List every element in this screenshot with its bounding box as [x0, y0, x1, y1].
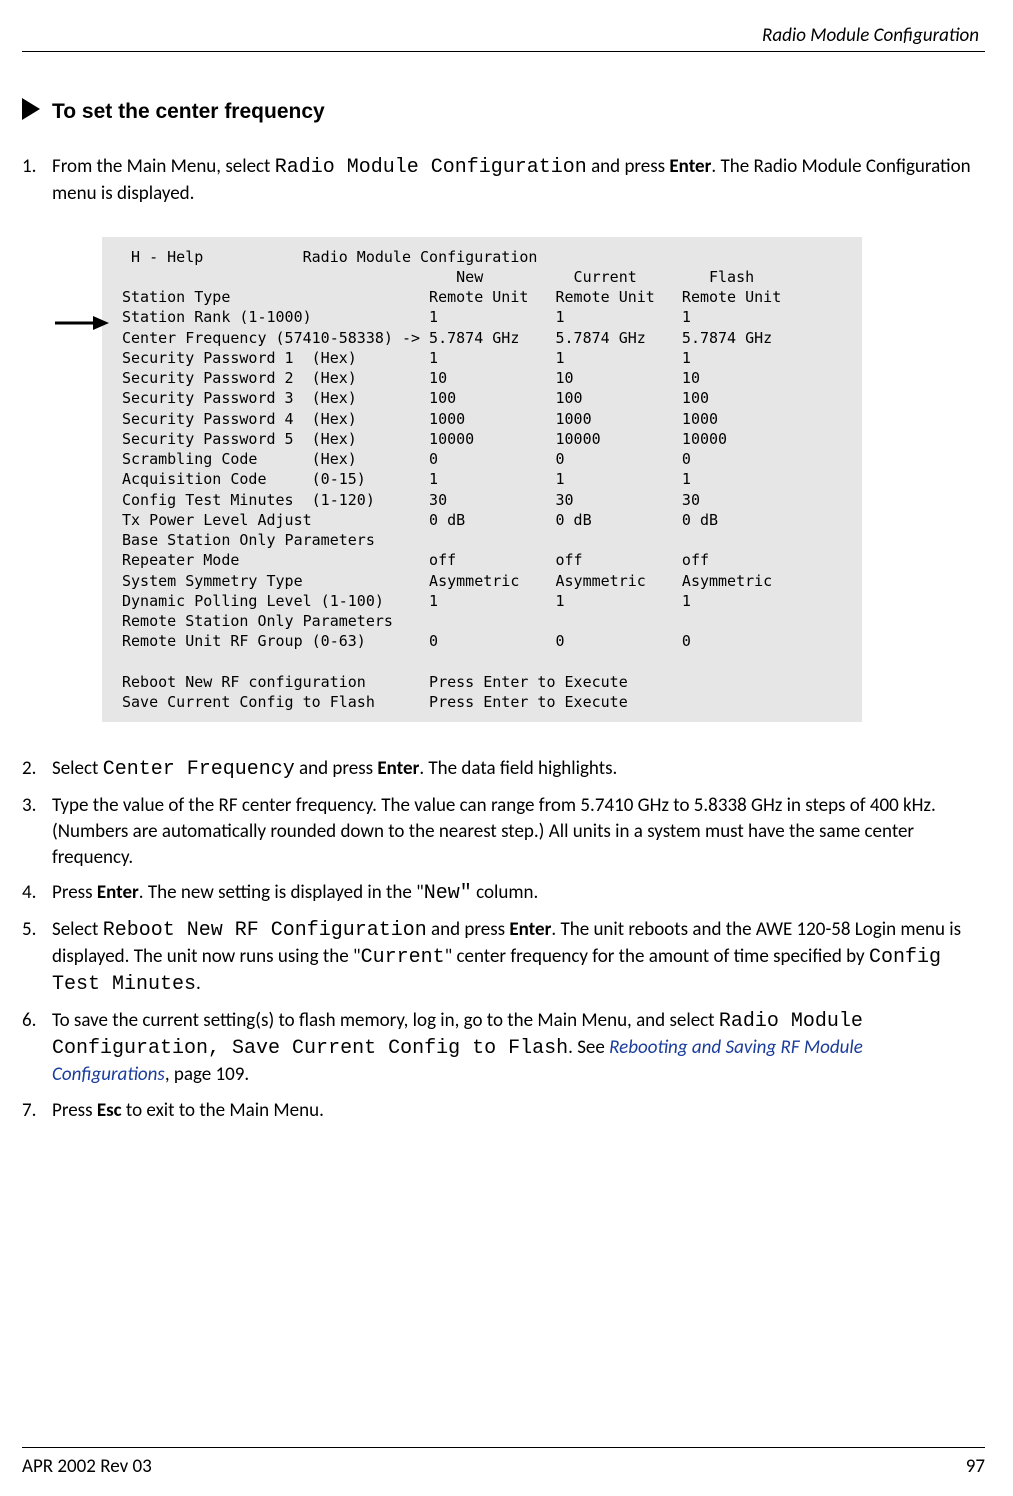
step-number: 2. [22, 756, 40, 782]
terminal-screenshot: H - Help Radio Module Configuration New … [22, 237, 985, 723]
step-number: 3. [22, 793, 40, 819]
step-3: 3. Type the value of the RF center frequ… [22, 793, 982, 870]
step-text: . [196, 972, 201, 995]
step-6: 6. To save the current setting(s) to fla… [22, 1008, 982, 1088]
key-name: Esc [97, 1099, 122, 1122]
rule-top [22, 51, 985, 52]
step-text: To save the current setting(s) to flash … [52, 1009, 719, 1032]
step-2: 2. Select Center Frequency and press Ent… [22, 756, 982, 783]
step-text: " center frequency for the amount of tim… [445, 945, 869, 968]
step-number: 7. [22, 1098, 40, 1124]
step-number: 4. [22, 880, 40, 906]
pointer-arrow-icon [55, 313, 109, 336]
step-number: 1. [22, 154, 40, 180]
step-number: 5. [22, 917, 40, 943]
step-text: column. [472, 881, 539, 904]
step-7: 7. Press Esc to exit to the Main Menu. [22, 1098, 982, 1124]
step-text: to exit to the Main Menu. [122, 1099, 324, 1122]
footer-left: APR 2002 Rev 03 [22, 1455, 152, 1478]
page-number: 97 [966, 1455, 985, 1478]
step-text: , page 109. [165, 1063, 249, 1086]
step-text: Select [52, 918, 103, 941]
step-text: . See [568, 1036, 609, 1059]
step-number: 6. [22, 1008, 40, 1034]
procedure-title: To set the center frequency [52, 100, 325, 124]
rule-bottom [22, 1447, 985, 1448]
ui-path-code: Save Current Config to Flash [232, 1037, 568, 1060]
step-4: 4. Press Enter. The new setting is displ… [22, 880, 982, 907]
step-text: Press [52, 1099, 97, 1122]
step-5: 5. Select Reboot New RF Configuration an… [22, 917, 982, 998]
step-text: Select [52, 757, 103, 780]
step-text: and press [587, 155, 670, 178]
ui-path-code: Current [361, 946, 445, 969]
terminal-content: H - Help Radio Module Configuration New … [122, 247, 858, 713]
ui-path-code: Reboot New RF Configuration [103, 919, 427, 942]
ui-path-code: New" [424, 882, 472, 905]
key-name: Enter [669, 155, 711, 178]
step-text: and press [427, 918, 510, 941]
step-text: Press [52, 881, 97, 904]
key-name: Enter [509, 918, 551, 941]
key-name: Enter [377, 757, 419, 780]
key-name: Enter [97, 881, 139, 904]
step-text: From the Main Menu, select [52, 155, 275, 178]
step-text: , [208, 1037, 232, 1060]
step-text: and press [295, 757, 378, 780]
step-1: 1. From the Main Menu, select Radio Modu… [22, 154, 982, 207]
step-text: . The data field highlights. [419, 757, 617, 780]
procedure-heading: To set the center frequency [22, 98, 985, 126]
step-text: Type the value of the RF center frequenc… [52, 793, 982, 870]
step-text: . The new setting is displayed in the " [139, 881, 424, 904]
ui-path-code: Radio Module Configuration [275, 156, 587, 179]
running-head: Radio Module Configuration [22, 24, 985, 47]
play-icon [22, 98, 40, 126]
ui-path-code: Center Frequency [103, 758, 295, 781]
